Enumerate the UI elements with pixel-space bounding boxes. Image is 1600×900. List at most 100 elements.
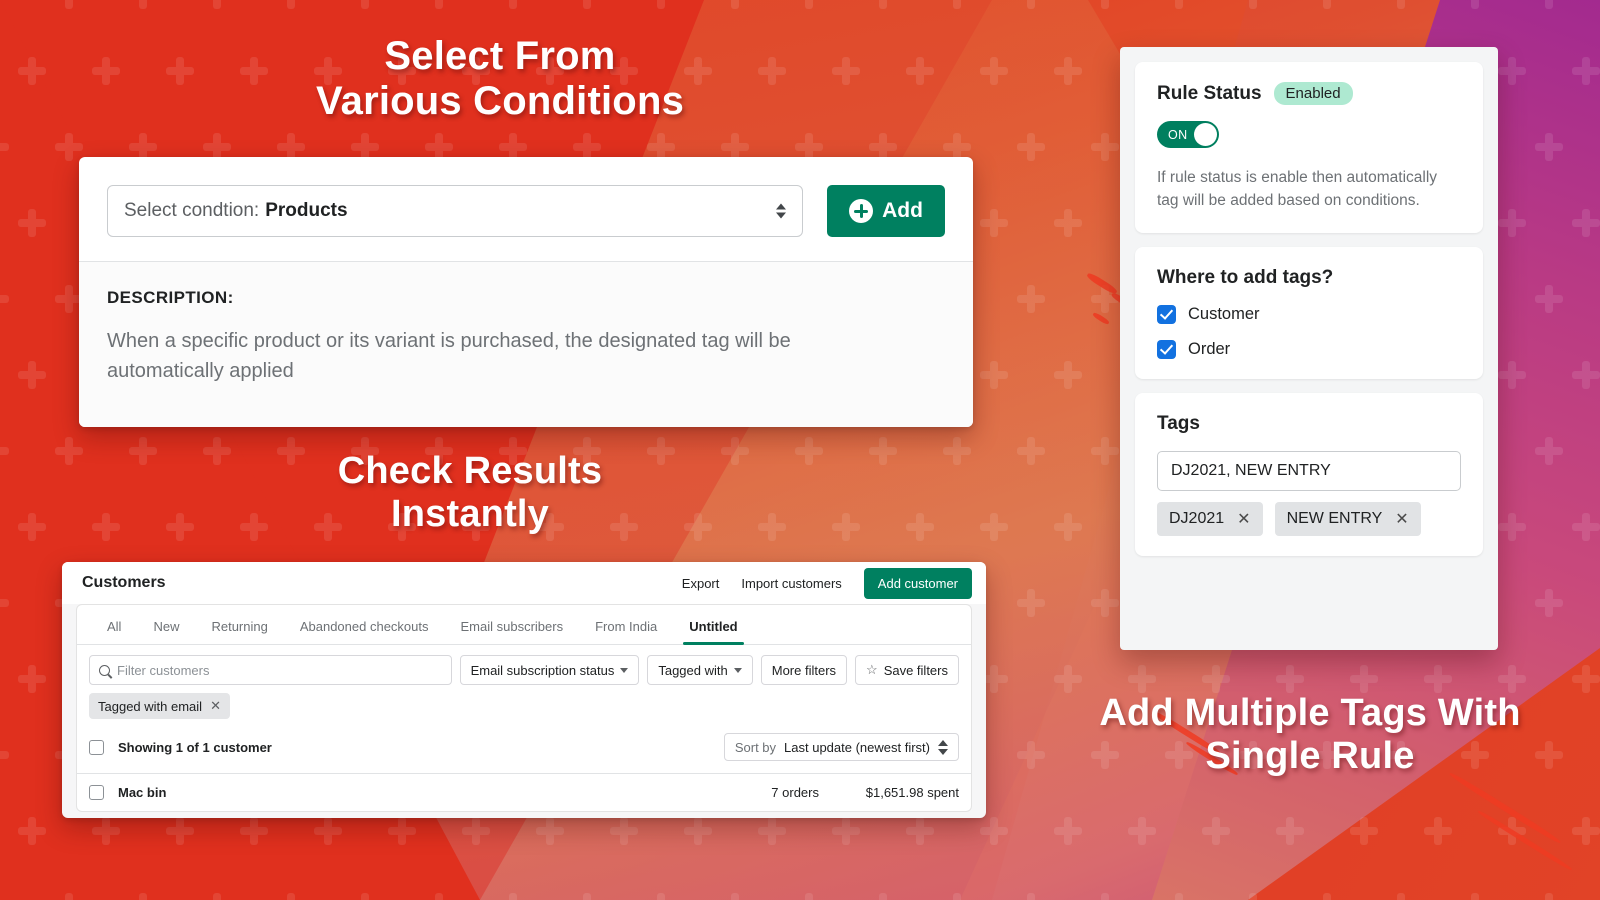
plus-icon [868, 892, 898, 900]
promo-banner: Select From Various Conditions Check Resu… [0, 0, 1600, 900]
plus-icon [165, 816, 195, 846]
plus-icon [1127, 664, 1157, 694]
row-checkbox[interactable] [89, 785, 104, 800]
settings-rail: Rule Status Enabled ON If rule status is… [1120, 47, 1498, 650]
customers-panel: All New Returning Abandoned checkouts Email … [76, 604, 972, 812]
customers-filter-bar: Filter customers Email subscription stat… [77, 645, 971, 685]
filter-label: More filters [771, 662, 837, 678]
plus-icon [54, 132, 84, 162]
active-filter-chip[interactable]: Tagged with email ✕ [89, 693, 230, 719]
plus-icon [683, 816, 713, 846]
plus-icon [1349, 816, 1379, 846]
plus-icon [1312, 892, 1342, 900]
tab-all[interactable]: All [91, 619, 137, 644]
plus-icon [1534, 284, 1564, 314]
plus-icon [17, 512, 47, 542]
plus-icon [1497, 360, 1527, 390]
filter-label: Tagged with [658, 662, 728, 678]
rule-status-title: Rule Status [1157, 82, 1262, 104]
customer-checkbox[interactable] [1157, 304, 1176, 324]
plus-icon [0, 132, 10, 162]
plus-icon [942, 436, 972, 466]
plus-icon [1238, 892, 1268, 900]
headline-add-multiple-tags: Add Multiple Tags With Single Rule [1099, 692, 1521, 777]
plus-icon [17, 816, 47, 846]
tag-chip[interactable]: NEW ENTRY ✕ [1274, 501, 1421, 536]
customers-list-toolbar: Showing 1 of 1 customer Sort by Last upd… [77, 723, 971, 774]
export-button[interactable]: Export [682, 576, 720, 591]
sort-by-prefix: Sort by [734, 739, 777, 755]
tab-email-subscribers[interactable]: Email subscribers [445, 619, 580, 644]
checkbox-row-order[interactable]: Order [1157, 339, 1461, 359]
plus-icon [1127, 816, 1157, 846]
close-icon[interactable]: ✕ [210, 698, 221, 714]
add-condition-button[interactable]: Add [827, 185, 945, 237]
plus-icon [1534, 892, 1564, 900]
close-icon[interactable]: ✕ [1395, 509, 1408, 529]
search-placeholder: Filter customers [117, 662, 210, 678]
tab-returning[interactable]: Returning [195, 619, 283, 644]
tag-chip-label: DJ2021 [1169, 509, 1225, 527]
customers-tabs: All New Returning Abandoned checkouts Email … [77, 605, 971, 645]
search-input[interactable]: Filter customers [89, 655, 452, 685]
plus-icon [17, 56, 47, 86]
tag-chip[interactable]: DJ2021 ✕ [1157, 501, 1263, 536]
plus-icon [979, 208, 1009, 238]
tags-input[interactable]: DJ2021, NEW ENTRY [1157, 450, 1461, 491]
plus-icon [979, 512, 1009, 542]
plus-icon [1016, 0, 1046, 10]
plus-icon [1090, 892, 1120, 900]
filter-tagged-with[interactable]: Tagged with [647, 655, 753, 685]
plus-icon [1534, 588, 1564, 618]
plus-icon [128, 0, 158, 10]
plus-icon [979, 360, 1009, 390]
plus-icon [424, 892, 454, 900]
plus-icon [1275, 816, 1305, 846]
select-all-checkbox[interactable] [89, 739, 104, 755]
plus-icon [1090, 436, 1120, 466]
filter-email-subscription-status[interactable]: Email subscription status [459, 655, 640, 685]
description-title: DESCRIPTION: [107, 288, 234, 307]
tab-untitled[interactable]: Untitled [673, 619, 753, 645]
plus-icon [979, 56, 1009, 86]
plus-icon [1386, 0, 1416, 10]
tags-chip-list: DJ2021 ✕ NEW ENTRY ✕ [1157, 501, 1461, 536]
updown-arrows-icon [776, 203, 786, 219]
more-filters-button[interactable]: More filters [760, 655, 848, 685]
plus-icon [1349, 664, 1379, 694]
save-filters-button[interactable]: ☆ Save filters [855, 655, 959, 685]
active-filter-label: Tagged with email [98, 698, 203, 714]
add-customer-button[interactable]: Add customer [863, 567, 972, 599]
plus-icon [1053, 360, 1083, 390]
plus-icon [1238, 0, 1268, 10]
import-customers-button[interactable]: Import customers [741, 576, 841, 591]
plus-icon [720, 0, 750, 10]
plus-icon [1571, 664, 1600, 694]
tab-from-india[interactable]: From India [579, 619, 673, 644]
checkbox-row-customer[interactable]: Customer [1157, 304, 1461, 324]
order-checkbox[interactable] [1157, 339, 1176, 359]
active-filters: Tagged with email ✕ [77, 685, 971, 723]
rule-status-header: Rule Status Enabled [1157, 82, 1461, 105]
plus-icon [1016, 284, 1046, 314]
where-to-add-tags-title: Where to add tags? [1157, 266, 1334, 288]
plus-icon [1164, 0, 1194, 10]
plus-icon [128, 436, 158, 466]
description-body: When a specific product or its variant i… [107, 330, 791, 382]
sort-by-dropdown[interactable]: Sort by Last update (newest first) [723, 733, 959, 761]
plus-icon [0, 0, 10, 10]
plus-icon [1016, 892, 1046, 900]
plus-icon [1534, 132, 1564, 162]
plus-icon [1312, 0, 1342, 10]
tab-abandoned-checkouts[interactable]: Abandoned checkouts [284, 619, 445, 644]
plus-icon [54, 436, 84, 466]
tab-new[interactable]: New [137, 619, 195, 644]
plus-icon [831, 56, 861, 86]
plus-icon [1201, 816, 1231, 846]
rule-status-toggle[interactable]: ON [1157, 121, 1219, 148]
close-icon[interactable]: ✕ [1237, 509, 1250, 529]
condition-select[interactable]: Select condtion: Products [107, 185, 803, 237]
table-row[interactable]: Mac bin 7 orders $1,651.98 spent [77, 774, 971, 811]
headline-select-conditions: Select From Various Conditions [315, 34, 685, 123]
plus-icon [17, 360, 47, 390]
